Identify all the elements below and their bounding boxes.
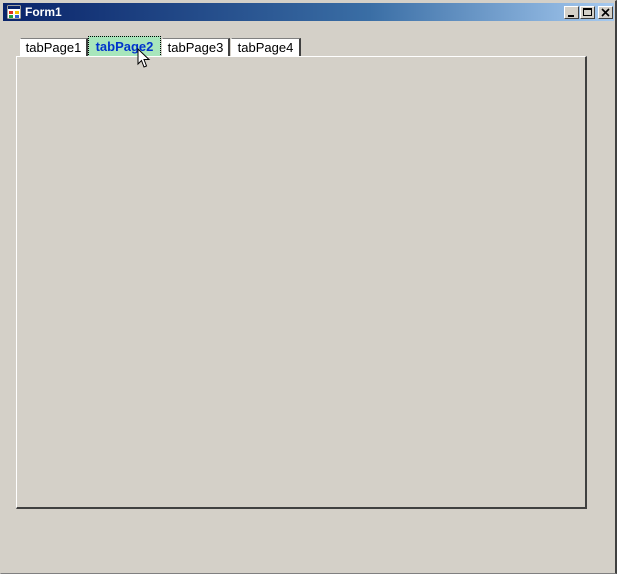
arrow-cursor-icon: [137, 48, 151, 68]
tab-tabpage1[interactable]: tabPage1: [20, 38, 88, 57]
tab-page-content: [16, 56, 587, 509]
minimize-icon: [568, 15, 574, 17]
maximize-icon: [583, 8, 592, 16]
form1-window: Form1 tabPage1 tabPage3 tabPage4 tabPage…: [0, 0, 617, 574]
maximize-button[interactable]: [580, 6, 595, 19]
window-title: Form1: [25, 5, 62, 19]
title-bar[interactable]: Form1: [3, 3, 614, 21]
close-button[interactable]: [598, 6, 613, 19]
form-icon[interactable]: [7, 5, 21, 19]
tab-tabpage4[interactable]: tabPage4: [231, 38, 301, 57]
close-icon: [601, 8, 610, 17]
tab-tabpage3[interactable]: tabPage3: [162, 38, 230, 57]
minimize-button[interactable]: [564, 6, 579, 19]
